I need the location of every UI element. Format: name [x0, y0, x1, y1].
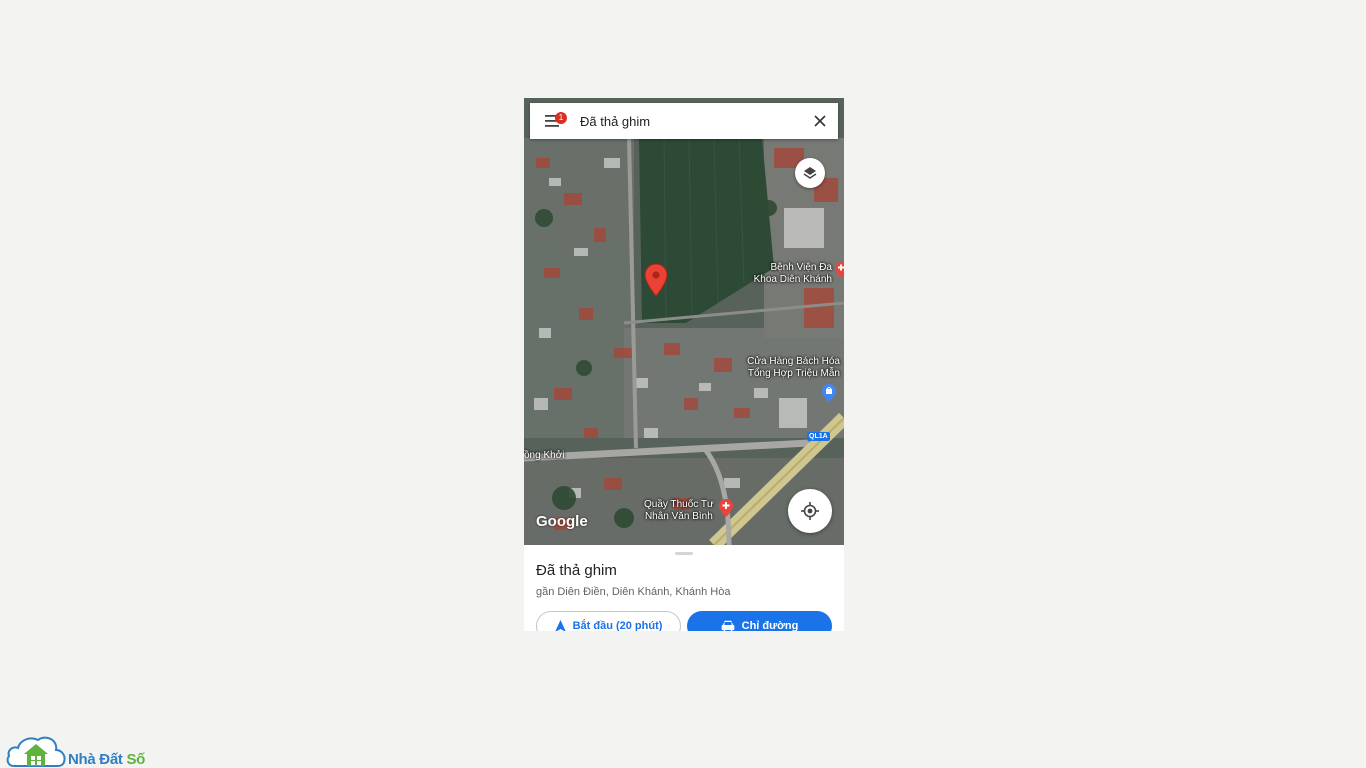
- close-button[interactable]: [802, 103, 838, 139]
- hospital-icon[interactable]: [835, 262, 844, 278]
- brand-name: Nhà Đất Số: [68, 751, 146, 768]
- car-icon: [721, 620, 734, 631]
- place-sheet[interactable]: Đã thả ghim gần Diên Điền, Diên Khánh, K…: [524, 545, 844, 631]
- my-location-button[interactable]: [788, 489, 832, 533]
- location-pin-icon[interactable]: [644, 263, 668, 297]
- search-bar: 1: [530, 103, 838, 139]
- phone-screen: Bệnh Viện Đa Khoa Diên Khánh Cửa Hàng Bá…: [524, 98, 844, 631]
- sheet-drag-handle[interactable]: [675, 552, 693, 555]
- shopping-bag-icon[interactable]: [822, 384, 836, 402]
- google-logo: Google: [536, 513, 588, 530]
- poi-label-store[interactable]: Cửa Hàng Bách Hóa Tổng Hợp Triệu Mẫn: [747, 356, 840, 380]
- notification-badge: 1: [555, 112, 567, 124]
- menu-button[interactable]: 1: [530, 103, 576, 139]
- brand-watermark: Nhà Đất Số: [6, 732, 145, 768]
- search-input[interactable]: [576, 103, 802, 139]
- start-navigation-button[interactable]: Bắt đầu (20 phút): [536, 611, 681, 631]
- directions-button[interactable]: Chỉ đường: [687, 611, 832, 631]
- place-address: gần Diên Điền, Diên Khánh, Khánh Hòa: [536, 586, 731, 598]
- poi-label-pharmacy[interactable]: Quầy Thuốc Tư Nhân Văn Bình: [644, 499, 714, 523]
- house-cloud-logo: [6, 736, 66, 767]
- satellite-map[interactable]: Bệnh Viện Đa Khoa Diên Khánh Cửa Hàng Bá…: [524, 98, 844, 545]
- navigation-arrow-icon: [555, 620, 566, 631]
- pharmacy-icon[interactable]: [719, 499, 733, 517]
- close-icon: [814, 115, 826, 127]
- street-label: ồng Khởi: [524, 450, 565, 461]
- my-location-icon: [801, 502, 819, 520]
- road-shield: QL1A: [807, 432, 830, 441]
- place-title: Đã thả ghim: [536, 562, 617, 579]
- poi-label-hospital[interactable]: Bệnh Viện Đa Khoa Diên Khánh: [754, 262, 832, 286]
- layers-icon: [803, 167, 817, 179]
- layers-button[interactable]: [795, 158, 825, 188]
